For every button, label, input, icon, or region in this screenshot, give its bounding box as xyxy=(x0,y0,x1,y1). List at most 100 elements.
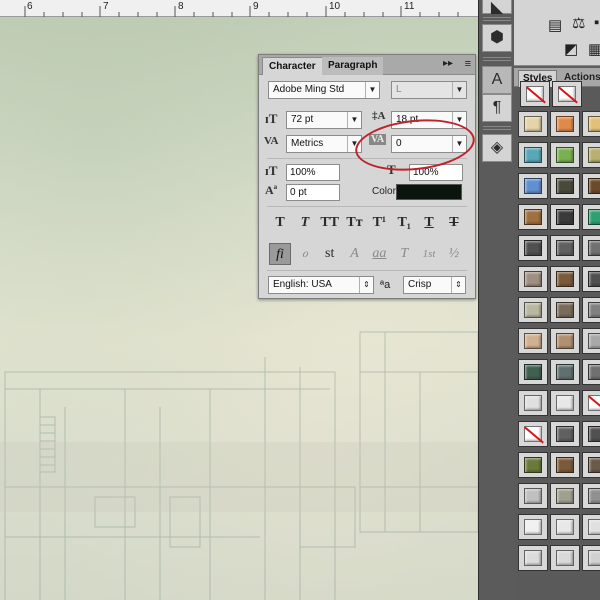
style-swatch[interactable] xyxy=(582,266,600,292)
fractions-button[interactable]: ½ xyxy=(443,243,465,265)
vertical-scale-field[interactable]: 100% xyxy=(286,164,340,181)
superscript-button[interactable]: T¹ xyxy=(368,212,390,234)
3d-cube-icon[interactable]: ⬢ xyxy=(482,24,512,52)
style-swatch[interactable] xyxy=(518,173,548,199)
font-family-select[interactable]: Adobe Ming Std ▼ xyxy=(268,81,380,99)
style-swatch[interactable] xyxy=(582,545,600,571)
small-caps-button[interactable]: Tт xyxy=(344,212,366,234)
character-icon[interactable]: A xyxy=(482,66,512,94)
cursor-icon[interactable]: ◣ xyxy=(482,0,512,16)
grip-handle[interactable] xyxy=(483,126,511,130)
style-swatch[interactable] xyxy=(552,81,582,107)
style-swatch-preview xyxy=(524,271,542,287)
style-swatch[interactable] xyxy=(550,235,580,261)
style-swatch[interactable] xyxy=(550,390,580,416)
style-swatch[interactable] xyxy=(518,390,548,416)
underline-button[interactable]: T xyxy=(418,212,440,234)
style-swatch[interactable] xyxy=(518,111,548,137)
contextual-alternates-button[interactable]: ℴ xyxy=(294,243,316,265)
all-caps-button[interactable]: TT xyxy=(319,212,341,234)
style-swatch-preview xyxy=(588,240,600,256)
text-color-swatch[interactable] xyxy=(396,184,462,200)
style-swatch[interactable] xyxy=(550,328,580,354)
layers-icon[interactable]: ◈ xyxy=(482,134,512,162)
style-swatch-preview xyxy=(556,333,574,349)
subscript-button[interactable]: T₁ xyxy=(393,212,415,234)
paragraph-icon[interactable]: ¶ xyxy=(482,94,512,122)
style-swatch[interactable] xyxy=(518,266,548,292)
style-swatch[interactable] xyxy=(582,204,600,230)
style-swatch[interactable] xyxy=(582,514,600,540)
style-swatch[interactable] xyxy=(518,328,548,354)
style-swatch[interactable] xyxy=(518,514,548,540)
chevron-updown-icon: ⇕ xyxy=(451,277,465,293)
gradient-map-icon[interactable]: ▦ xyxy=(588,40,600,58)
style-swatch[interactable] xyxy=(518,297,548,323)
style-swatch[interactable] xyxy=(550,142,580,168)
style-swatch[interactable] xyxy=(582,483,600,509)
style-swatch[interactable] xyxy=(550,452,580,478)
style-swatch[interactable] xyxy=(518,545,548,571)
style-swatch[interactable] xyxy=(550,204,580,230)
style-swatch[interactable] xyxy=(582,142,600,168)
standard-ligatures-button[interactable]: fi xyxy=(269,243,291,265)
character-panel: Character Paragraph ▸▸ ≡ Adobe Ming Std … xyxy=(258,54,476,299)
style-swatch[interactable] xyxy=(582,359,600,385)
anti-alias-select[interactable]: Crisp ⇕ xyxy=(403,276,466,294)
style-swatch-preview xyxy=(524,333,542,349)
style-swatch[interactable] xyxy=(582,328,600,354)
style-swatch-preview xyxy=(556,488,574,504)
panel-menu-icon[interactable]: ≡ xyxy=(465,58,471,70)
style-swatch[interactable] xyxy=(550,545,580,571)
style-swatch[interactable] xyxy=(518,204,548,230)
style-swatch[interactable] xyxy=(582,390,600,416)
baseline-shift-field[interactable]: 0 pt xyxy=(286,184,340,201)
faux-bold-button[interactable]: T xyxy=(269,212,291,234)
balance-icon[interactable]: ⚖ xyxy=(572,14,585,32)
titling-alternates-button[interactable]: T xyxy=(393,243,415,265)
style-swatch[interactable] xyxy=(582,235,600,261)
style-swatch[interactable] xyxy=(518,235,548,261)
style-swatch[interactable] xyxy=(550,421,580,447)
style-swatch[interactable] xyxy=(518,421,548,447)
font-family-value: Adobe Ming Std xyxy=(273,84,345,95)
style-swatch[interactable] xyxy=(550,483,580,509)
style-swatch[interactable] xyxy=(518,452,548,478)
stylistic-alternates-button[interactable]: aa xyxy=(368,243,390,265)
style-swatch[interactable] xyxy=(582,452,600,478)
style-swatch[interactable] xyxy=(550,173,580,199)
ordinals-button[interactable]: 1st xyxy=(418,243,440,265)
grip-handle[interactable] xyxy=(483,17,511,21)
tab-paragraph[interactable]: Paragraph xyxy=(322,57,384,75)
style-swatch[interactable] xyxy=(518,359,548,385)
kerning-select[interactable]: Metrics ▼ xyxy=(286,135,362,153)
histogram-icon[interactable]: ▤ xyxy=(548,16,562,34)
collapse-panel-icon[interactable]: ▸▸ xyxy=(443,58,453,69)
style-swatch-preview xyxy=(588,426,600,442)
mask-icon[interactable]: ◩ xyxy=(564,40,578,58)
style-swatch[interactable] xyxy=(518,483,548,509)
style-swatch[interactable] xyxy=(582,297,600,323)
font-style-select[interactable]: L ▼ xyxy=(391,81,467,99)
faux-italic-button[interactable]: T xyxy=(294,212,316,234)
strikethrough-button[interactable]: T xyxy=(443,212,465,234)
grip-handle[interactable] xyxy=(483,57,511,61)
style-swatch-preview xyxy=(588,488,600,504)
style-swatch[interactable] xyxy=(518,142,548,168)
style-swatch[interactable] xyxy=(582,421,600,447)
tab-character[interactable]: Character xyxy=(262,57,323,75)
style-swatch[interactable] xyxy=(550,111,580,137)
discretionary-ligatures-button[interactable]: st xyxy=(319,243,341,265)
style-swatch[interactable] xyxy=(550,359,580,385)
language-select[interactable]: English: USA ⇕ xyxy=(268,276,374,294)
font-size-field[interactable]: 72 pt ▼ xyxy=(286,111,362,129)
font-size-value: 72 pt xyxy=(291,114,314,125)
style-swatch[interactable] xyxy=(550,514,580,540)
style-swatch[interactable] xyxy=(582,111,600,137)
style-swatch[interactable] xyxy=(520,81,550,107)
swash-button[interactable]: A xyxy=(344,243,366,265)
style-swatch[interactable] xyxy=(550,297,580,323)
adjustment-icon[interactable]: ▪ xyxy=(594,14,599,31)
style-swatch[interactable] xyxy=(582,173,600,199)
style-swatch[interactable] xyxy=(550,266,580,292)
